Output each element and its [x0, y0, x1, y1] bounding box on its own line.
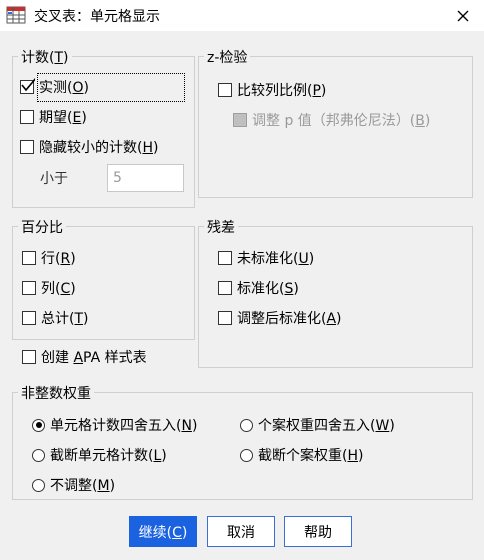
checkmark-icon	[21, 78, 35, 92]
help-button[interactable]: 帮助	[284, 516, 352, 547]
observed-checkbox[interactable]: 实测(O)	[20, 77, 89, 97]
unstandardized-check-box[interactable]	[218, 251, 232, 265]
cancel-button[interactable]: 取消	[207, 516, 275, 547]
adjust-p-value-checkbox[interactable]: 调整 p 值（邦弗伦尼法）(B)	[233, 110, 430, 130]
less-than-input[interactable]: 5	[107, 164, 184, 192]
residuals-legend: 残差	[204, 217, 238, 237]
row-percent-checkbox[interactable]: 行(R)	[22, 248, 76, 268]
apa-check-box[interactable]	[22, 350, 36, 364]
expected-label: 期望(E)	[39, 110, 87, 126]
no-adjust-label: 不调整(M)	[50, 478, 116, 494]
unstandardized-checkbox[interactable]: 未标准化(U)	[218, 248, 314, 268]
trunc-case-label: 截断个案权重(H)	[258, 448, 364, 464]
truncate-cell-counts-radio[interactable]: 截断单元格计数(L)	[32, 445, 167, 465]
column-check-box[interactable]	[22, 281, 36, 295]
column-percent-checkbox[interactable]: 列(C)	[22, 278, 76, 298]
round-case-label: 个案权重四舍五入(W)	[258, 418, 395, 434]
continue-button[interactable]: 继续(C)	[129, 516, 197, 547]
continue-label: 继续(C)	[138, 524, 188, 541]
standardized-label: 标准化(S)	[237, 281, 299, 297]
standardized-checkbox[interactable]: 标准化(S)	[218, 278, 299, 298]
total-label: 总计(T)	[41, 311, 89, 327]
round-cell-label: 单元格计数四舍五入(N)	[50, 418, 198, 434]
compare-check-box[interactable]	[218, 83, 232, 97]
hide-small-counts-checkbox[interactable]: 隐藏较小的计数(H)	[20, 137, 158, 157]
trunc-cell-radio-dot[interactable]	[32, 448, 45, 462]
close-icon	[457, 10, 469, 22]
round-case-radio-dot[interactable]	[240, 418, 253, 432]
standardized-check-box[interactable]	[218, 281, 232, 295]
adjusted-standardized-checkbox[interactable]: 调整后标准化(A)	[218, 308, 342, 328]
observed-check-box[interactable]	[20, 78, 35, 94]
no-adjust-radio-dot[interactable]	[32, 478, 45, 492]
truncate-case-weights-radio[interactable]: 截断个案权重(H)	[240, 445, 363, 465]
adjust-label: 调整 p 值（邦弗伦尼法）(B)	[252, 113, 431, 129]
hide-small-label: 隐藏较小的计数(H)	[39, 140, 159, 156]
apa-label: 创建 APA 样式表	[41, 350, 147, 366]
expected-check-box[interactable]	[20, 110, 34, 124]
weights-legend: 非整数权重	[18, 383, 94, 403]
compare-proportions-checkbox[interactable]: 比较列比例(P)	[218, 80, 326, 100]
hide-small-check-box[interactable]	[20, 140, 34, 154]
compare-label: 比较列比例(P)	[237, 83, 327, 99]
no-adjustment-radio[interactable]: 不调整(M)	[32, 475, 115, 495]
percentages-legend: 百分比	[18, 217, 66, 237]
round-cell-radio-dot[interactable]	[32, 418, 45, 432]
adjust-check-box[interactable]	[233, 113, 247, 127]
app-icon	[6, 6, 26, 24]
unstandardized-label: 未标准化(U)	[237, 251, 315, 267]
expected-checkbox[interactable]: 期望(E)	[20, 107, 87, 127]
row-label: 行(R)	[41, 251, 76, 267]
ztest-legend: z-检验	[204, 47, 251, 67]
title-bar: 交叉表：单元格显示	[0, 0, 484, 31]
close-button[interactable]	[448, 4, 478, 28]
window-title: 交叉表：单元格显示	[34, 9, 160, 25]
observed-label: 实测(O)	[39, 80, 89, 96]
counts-legend: 计数(T)	[18, 47, 72, 67]
row-check-box[interactable]	[22, 251, 36, 265]
column-label: 列(C)	[41, 281, 76, 297]
round-case-weights-radio[interactable]: 个案权重四舍五入(W)	[240, 415, 395, 435]
total-check-box[interactable]	[22, 311, 36, 325]
trunc-case-radio-dot[interactable]	[240, 448, 253, 462]
total-percent-checkbox[interactable]: 总计(T)	[22, 308, 89, 328]
less-than-label: 小于	[40, 171, 68, 187]
adjusted-label: 调整后标准化(A)	[237, 311, 342, 327]
round-cell-counts-radio[interactable]: 单元格计数四舍五入(N)	[32, 415, 197, 435]
trunc-cell-label: 截断单元格计数(L)	[50, 448, 167, 464]
adjusted-check-box[interactable]	[218, 311, 232, 325]
create-apa-tables-checkbox[interactable]: 创建 APA 样式表	[22, 347, 147, 367]
